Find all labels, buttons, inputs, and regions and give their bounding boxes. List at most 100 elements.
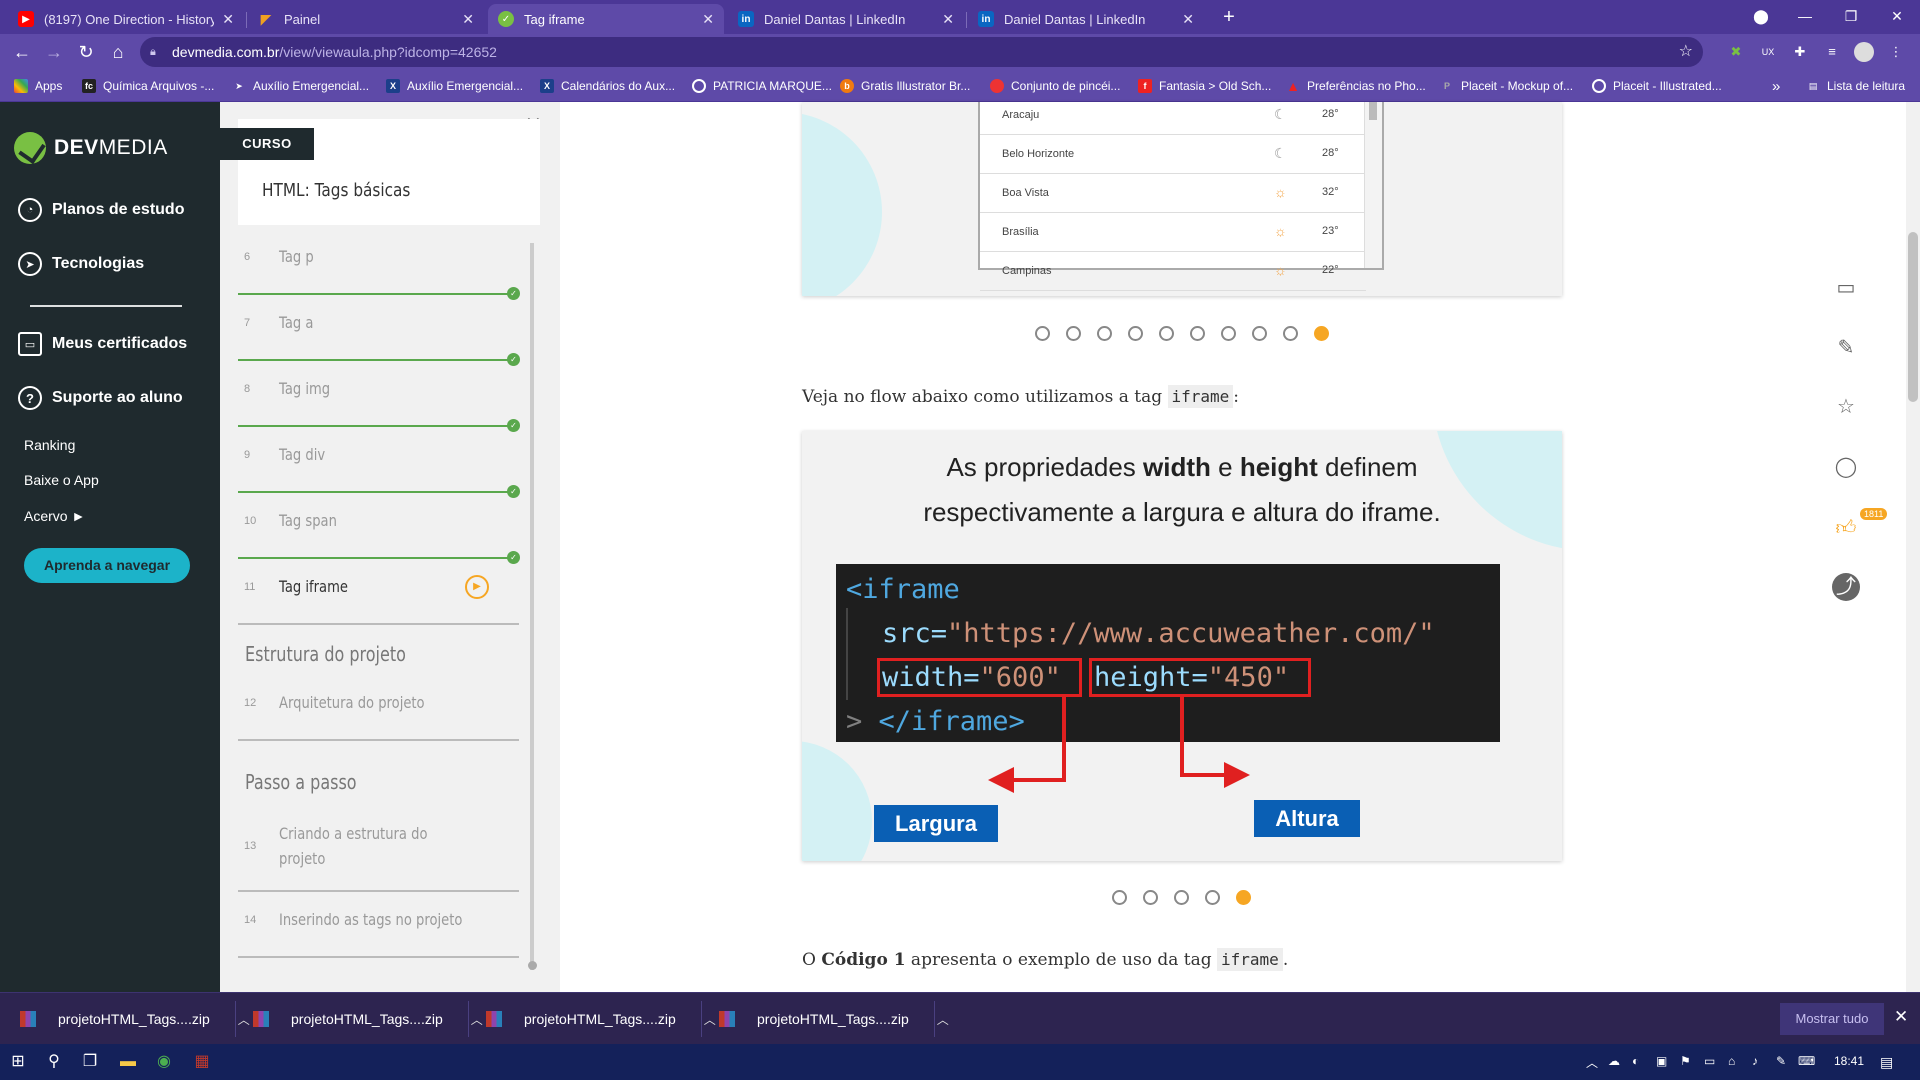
bookmark-item[interactable]: ➤ Auxílio Emergencial... [232,70,369,102]
bookmark-item[interactable]: f Fantasia > Old Sch... [1138,70,1271,102]
reading-list[interactable]: ▤ Lista de leitura [1806,70,1905,102]
keyboard-icon[interactable]: ⌨ [1798,1054,1815,1068]
back-icon[interactable]: ← [8,38,36,66]
check-circle-icon[interactable]: ◯ [1832,453,1860,481]
nav-meus-certificados[interactable]: ▭ Meus certificados [18,332,187,356]
close-icon[interactable]: ✕ [942,11,954,28]
chevron-up-icon[interactable]: ︿ [471,1011,483,1028]
extension-ux-icon[interactable]: UX [1758,42,1778,62]
panel-scroll-handle[interactable] [528,961,537,970]
nav-ranking[interactable]: Ranking [24,437,75,453]
nav-suporte-ao-aluno[interactable]: ? Suporte ao aluno [18,386,183,410]
carousel-dot-active[interactable] [1236,890,1251,905]
forward-icon[interactable]: → [40,38,68,66]
lesson-item[interactable]: 9 Tag div ✓ [238,427,520,498]
bookmark-item[interactable]: b Gratis Illustrator Br... [840,70,970,102]
lesson-item[interactable]: 12 Arquitetura do projeto [238,675,519,741]
kebab-menu-icon[interactable]: ⋮ [1886,42,1906,62]
download-item[interactable]: projetoHTML_Tags....zip ︿ [719,993,949,1045]
bookmark-item[interactable]: P Placeit - Mockup of... [1440,70,1573,102]
thumbs-up-icon[interactable]: 👍︎ [1832,514,1860,542]
winrar-icon[interactable]: ▦ [190,1050,214,1074]
lesson-item[interactable]: 10 Tag span ✓ [238,493,520,564]
clock-time[interactable]: 18:41 [1834,1054,1864,1068]
tray-icon[interactable]: ⚑ [1680,1054,1691,1068]
restore-button[interactable]: ❐ [1828,0,1874,32]
tab-youtube[interactable]: ▶ (8197) One Direction - History (O ✕ [8,4,244,34]
aprenda-a-navegar-button[interactable]: Aprenda a navegar [24,548,190,583]
bookmark-item[interactable]: Placeit - Illustrated... [1592,70,1722,102]
tray-icon[interactable]: ◐ [1632,1054,1639,1068]
battery-icon[interactable]: ▭ [1704,1054,1715,1068]
page-scrollbar[interactable] [1906,102,1920,992]
chevron-up-icon[interactable]: ︿ [937,1011,949,1028]
lesson-item[interactable]: 13 Criando a estrutura do projeto [238,806,519,892]
task-view-icon[interactable]: ❐ [78,1050,102,1074]
notifications-icon[interactable]: ▤ [1880,1054,1893,1071]
bookmarks-overflow[interactable]: » [1772,70,1780,102]
tray-expand-icon[interactable]: ︿ [1586,1054,1598,1071]
carousel-dot[interactable] [1283,326,1298,341]
edit-notes-icon[interactable]: ✎ [1832,334,1860,362]
close-icon[interactable]: ✕ [702,11,714,28]
profile-menu-icon[interactable]: ⬤ [1738,0,1784,32]
carousel-dot[interactable] [1252,326,1267,341]
lesson-item[interactable]: 14 Inserindo as tags no projeto [238,892,519,958]
tab-tag-iframe[interactable]: ✓ Tag iframe ✕ [488,4,724,34]
carousel-dot[interactable] [1221,326,1236,341]
nav-tecnologias[interactable]: ➤ Tecnologias [18,252,144,276]
bookmark-item[interactable]: ▲ Preferências no Pho... [1286,70,1426,102]
download-item[interactable]: projetoHTML_Tags....zip ︿ [20,993,250,1045]
volume-icon[interactable]: ♪ [1752,1054,1758,1068]
comment-icon[interactable]: ▭ [1832,274,1860,302]
home-icon[interactable]: ⌂ [104,38,132,66]
bookmark-apps[interactable]: Apps [14,70,62,102]
close-icon[interactable]: ✕ [1894,1007,1908,1027]
download-item[interactable]: projetoHTML_Tags....zip ︿ [253,993,483,1045]
carousel-dot[interactable] [1205,890,1220,905]
list-scrollbar[interactable] [1364,102,1382,268]
tray-icon[interactable]: ▣ [1656,1054,1667,1068]
new-tab-button[interactable]: + [1215,4,1243,32]
show-all-downloads-button[interactable]: Mostrar tudo [1780,1003,1884,1035]
nav-planos-de-estudo[interactable]: ◔ Planos de estudo [18,198,184,222]
carousel-dot[interactable] [1174,890,1189,905]
tab-linkedin-2[interactable]: in Daniel Dantas | LinkedIn ✕ [968,4,1204,34]
chrome-icon[interactable]: ◉ [152,1050,176,1074]
carousel-dot-active[interactable] [1314,326,1329,341]
nav-acervo[interactable]: Acervo ► [24,508,85,524]
close-window-button[interactable]: ✕ [1874,0,1920,32]
tab-linkedin-1[interactable]: in Daniel Dantas | LinkedIn ✕ [728,4,964,34]
bookmark-item[interactable]: X Calendários do Aux... [540,70,675,102]
carousel-dot[interactable] [1066,326,1081,341]
file-explorer-icon[interactable]: ▬ [116,1050,140,1074]
close-icon[interactable]: ✕ [1182,11,1194,28]
pen-icon[interactable]: ✎ [1776,1054,1786,1068]
network-icon[interactable]: ⌂ [1728,1054,1735,1068]
carousel-dot[interactable] [1159,326,1174,341]
share-icon[interactable]: ⤴ [1832,573,1860,601]
carousel-dot[interactable] [1112,890,1127,905]
tab-painel[interactable]: ◤ Painel ✕ [248,4,484,34]
carousel-dot[interactable] [1128,326,1143,341]
avatar[interactable] [1854,42,1874,62]
chevron-up-icon[interactable]: ︿ [704,1011,716,1028]
reading-queue-icon[interactable]: ≡ [1822,42,1842,62]
bookmark-item[interactable]: fc Química Arquivos -... [82,70,214,102]
extensions-puzzle-icon[interactable]: ✚ [1790,42,1810,62]
lesson-item-current[interactable]: 11 Tag iframe ▶ [238,559,519,625]
close-icon[interactable]: ✕ [462,11,474,28]
lesson-item[interactable]: 6 Tag p ✓ [238,229,520,300]
address-bar[interactable]: 🔒︎ devmedia.com.br /view/viewaula.php?id… [140,37,1703,67]
carousel-dot[interactable] [1035,326,1050,341]
page-scroll-thumb[interactable] [1908,232,1918,402]
bookmark-item[interactable]: PATRICIA MARQUE... [692,70,832,102]
windows-start-icon[interactable]: ⊞ [6,1050,30,1074]
search-icon[interactable]: ⚲ [42,1050,66,1074]
carousel-dot[interactable] [1190,326,1205,341]
reload-icon[interactable]: ↻ [72,38,100,66]
star-rate-icon[interactable]: ☆ [1832,393,1860,421]
panel-scrollbar[interactable] [530,243,534,970]
bookmark-star-icon[interactable]: ☆ [1679,41,1693,61]
nav-baixe-o-app[interactable]: Baixe o App [24,472,99,488]
